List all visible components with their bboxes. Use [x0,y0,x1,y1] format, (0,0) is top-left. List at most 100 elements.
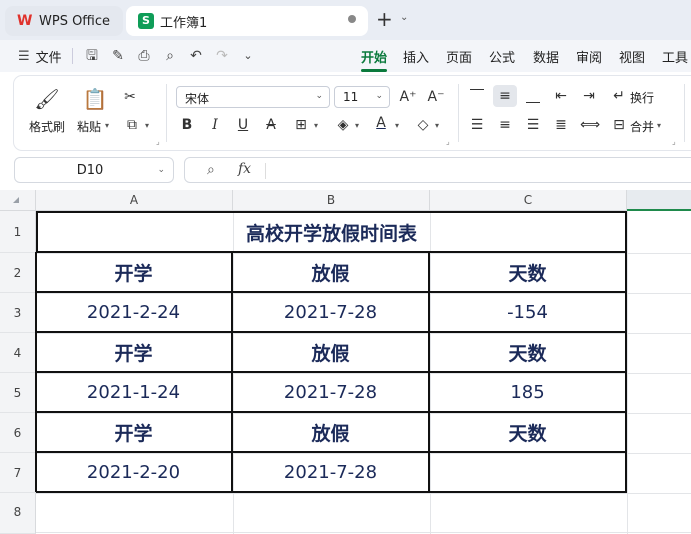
underline-icon[interactable]: U [234,116,252,134]
font-color-chevron-icon[interactable]: ▾ [395,121,399,130]
paste-icon[interactable]: 📋 [82,86,108,112]
table-cell[interactable]: 2021-7-28 [233,293,430,333]
strikethrough-icon[interactable]: A [262,116,280,134]
column-header-b[interactable]: B [233,190,430,211]
wrap-text-label[interactable]: 换行 [630,89,654,106]
format-painter-icon[interactable]: 🖌 [34,86,60,112]
table-cell[interactable]: 放假 [233,253,430,293]
table-cell[interactable]: 185 [430,373,627,413]
table-cell[interactable]: 天数 [430,333,627,373]
row-header-5[interactable]: 5 [0,373,36,413]
justify-icon[interactable]: ≣ [552,116,570,134]
font-color-icon[interactable]: A [372,114,390,132]
cut-icon[interactable]: ✂ [121,88,139,106]
tab-home[interactable]: 开始 [361,47,387,66]
sheet-title-cell[interactable]: 高校开学放假时间表 [36,211,627,253]
table-cell[interactable]: 2021-1-24 [36,373,233,413]
tab-page[interactable]: 页面 [446,47,472,66]
unsaved-dot-icon[interactable] [348,15,356,23]
insert-function-icon[interactable]: fx [238,161,251,177]
table-cell[interactable]: 放假 [233,333,430,373]
table-cell[interactable]: 2021-7-28 [233,373,430,413]
fill-color-icon[interactable]: ◈ [334,116,352,134]
border-icon[interactable]: ⊞ [292,116,310,134]
ribbon-separator [166,84,167,142]
align-middle-icon[interactable]: ≡ [496,87,514,105]
table-cell[interactable]: -154 [430,293,627,333]
column-header-c[interactable]: C [430,190,627,211]
row-header-4[interactable]: 4 [0,333,36,373]
print-preview-icon[interactable]: ⌕ [162,48,178,64]
tab-tools[interactable]: 工具 [662,47,688,66]
column-header-a[interactable]: A [36,190,233,211]
tab-document[interactable]: S 工作簿1 [126,6,368,36]
tab-wps-home[interactable]: W WPS Office [5,6,123,36]
row-header-1[interactable]: 1 [0,211,36,253]
merge-chevron-icon[interactable]: ▾ [657,121,661,130]
border-chevron-icon[interactable]: ▾ [314,121,318,130]
tab-review[interactable]: 审阅 [576,47,602,66]
copy-chevron-icon[interactable]: ▾ [145,121,149,130]
format-painter-label[interactable]: 格式刷 [29,118,65,135]
wrap-text-icon[interactable]: ↵ [610,87,628,105]
chevron-down-icon[interactable]: ⌄ [157,165,165,175]
increase-indent-icon[interactable]: ⇥ [580,87,598,105]
zoom-search-icon[interactable]: ⌕ [207,162,215,178]
name-box[interactable]: D10 ⌄ [14,157,174,183]
table-cell[interactable]: 开学 [36,253,233,293]
italic-icon[interactable]: I [206,116,224,134]
font-name-select[interactable]: 宋体 ⌄ [176,86,330,108]
merge-label[interactable]: 合并 [630,118,654,135]
bold-icon[interactable]: B [178,116,196,134]
merge-icon[interactable]: ⊟ [610,116,628,134]
chevron-down-icon[interactable]: ⌄ [400,12,408,23]
table-cell[interactable]: 天数 [430,253,627,293]
alignment-expand-icon[interactable]: ⌟ [672,137,676,146]
tab-data[interactable]: 数据 [533,47,559,66]
tab-formula[interactable]: 公式 [489,47,515,66]
increase-font-icon[interactable]: A⁺ [399,88,417,106]
new-tab-plus-icon[interactable]: + [376,9,393,29]
tab-insert[interactable]: 插入 [403,47,429,66]
paste-chevron-icon[interactable]: ▾ [105,121,109,130]
undo-icon[interactable]: ↶ [188,48,204,64]
table-cell[interactable]: 2021-7-28 [233,453,430,493]
file-menu-label: 文件 [35,51,62,66]
tab-view[interactable]: 视图 [619,47,645,66]
eraser-icon[interactable]: ◇ [414,116,432,134]
font-expand-icon[interactable]: ⌟ [446,137,450,146]
clipboard-expand-icon[interactable]: ⌟ [156,137,160,146]
print-icon[interactable]: ⎙ [136,48,152,64]
row-header-8[interactable]: 8 [0,493,36,534]
decrease-indent-icon[interactable]: ⇤ [552,87,570,105]
row-header-2[interactable]: 2 [0,253,36,293]
align-bottom-icon[interactable]: ⎽ [524,87,542,105]
table-cell[interactable]: 2021-2-20 [36,453,233,493]
font-size-select[interactable]: 11 ⌄ [334,86,390,108]
redo-icon[interactable]: ↷ [214,48,230,64]
decrease-font-icon[interactable]: A⁻ [427,88,445,106]
table-cell[interactable]: 2021-2-24 [36,293,233,333]
align-left-icon[interactable]: ☰ [468,116,486,134]
brush-icon[interactable]: ✎ [110,48,126,64]
align-top-icon[interactable]: ⎺ [468,87,486,105]
table-cell[interactable]: 放假 [233,413,430,453]
table-cell[interactable]: 天数 [430,413,627,453]
column-header-d-selected[interactable] [627,190,691,211]
table-cell[interactable] [430,453,627,493]
align-right-icon[interactable]: ☰ [524,116,542,134]
row-header-3[interactable]: 3 [0,293,36,333]
copy-icon[interactable]: ⧉ [123,116,141,134]
row-header-7[interactable]: 7 [0,453,36,493]
save-icon[interactable]: 🖫 [84,48,100,64]
table-cell[interactable]: 开学 [36,413,233,453]
fill-chevron-icon[interactable]: ▾ [355,121,359,130]
file-menu-button[interactable]: ☰ 文件 [18,47,62,66]
row-header-6[interactable]: 6 [0,413,36,453]
distribute-icon[interactable]: ⟺ [580,116,600,134]
quick-access-more-icon[interactable]: ⌄ [240,48,256,64]
align-center-icon[interactable]: ≡ [496,116,514,134]
clear-chevron-icon[interactable]: ▾ [435,121,439,130]
table-cell[interactable]: 开学 [36,333,233,373]
paste-label[interactable]: 粘贴 [77,118,101,135]
